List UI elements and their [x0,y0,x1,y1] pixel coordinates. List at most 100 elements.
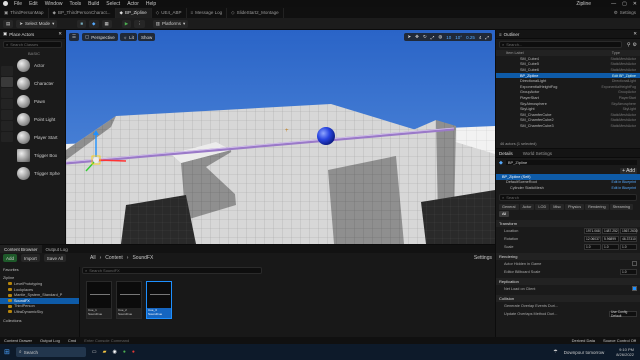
actor-name-field[interactable]: BP_Zipline [505,160,637,165]
location-x[interactable]: 1971.068 [584,227,601,234]
clock[interactable]: 9:10 PM 8/26/2022 [616,347,634,357]
category-recent[interactable] [1,66,13,76]
filter-misc[interactable]: Misc [550,203,565,210]
category-all[interactable] [1,132,13,142]
maximize-viewport-icon[interactable]: ⤢ [485,35,489,40]
cmd-dropdown[interactable]: Cmd [68,338,76,343]
scale-y[interactable]: 1.0 [602,243,619,250]
billboard-scale-value[interactable]: 1.0 [620,268,637,275]
scale-x[interactable]: 1.0 [584,243,601,250]
weather-text[interactable]: Downpour tomorrow [564,350,605,355]
blueprint-menu-button[interactable]: ◆ [89,19,99,28]
move-tool-icon[interactable]: ✥ [415,34,419,40]
category-basic[interactable] [1,77,13,87]
explorer-icon[interactable]: ▰ [103,349,107,355]
console-input[interactable]: Enter Console Command [84,338,129,343]
browser-icon[interactable]: ● [123,349,126,355]
source-control-button[interactable]: Source Control Off [603,338,636,343]
rotate-tool-icon[interactable]: ↻ [423,34,427,40]
save-button[interactable]: ▤ [3,19,14,28]
menu-actor[interactable]: Actor [127,1,139,7]
location-y[interactable]: 1487.252 [602,227,619,234]
close-icon[interactable]: ✕ [58,31,62,37]
import-button[interactable]: Import [21,254,40,262]
viewport-menu-button[interactable]: ☰ [69,33,80,41]
category-visual[interactable] [1,110,13,120]
menu-build[interactable]: Build [88,1,99,7]
tab-world-settings[interactable]: World Settings [523,151,552,156]
breadcrumb-soundfx[interactable]: SoundFX [132,255,153,261]
outliner-item[interactable]: SM_ChamferCube3 StaticMeshActor [496,123,640,129]
place-actors-search[interactable]: ⌕ Search Classes [3,41,62,48]
folder-item[interactable]: UltraDynamicSky [0,309,79,315]
rotation-y[interactable]: 5.96899 [602,235,619,242]
content-drawer-button[interactable]: Content Drawer [4,338,32,343]
filter-lod[interactable]: LOD [535,203,550,210]
filter-physics[interactable]: Physics [565,203,585,210]
filter-actor[interactable]: Actor [519,203,535,210]
filter-icon[interactable]: ⚲ [627,42,631,48]
lit-button[interactable]: ☼ Lit [120,33,137,41]
tab-content-browser[interactable]: Content Browser [0,245,42,253]
tab-output-log[interactable]: Output Log [42,245,72,253]
cb-settings-button[interactable]: Settings [474,255,492,261]
tab-thirdpersonmap[interactable]: ▣ ThirdPersonMap [0,7,49,18]
scale-snap-value[interactable]: 0.25 [466,35,475,40]
tab-bp-zipline[interactable]: ◆ BP_Zipline [115,7,152,18]
section-replication[interactable]: Replication [496,277,640,285]
close-button[interactable]: ✕ [633,1,637,7]
add-button[interactable]: Add [3,254,18,262]
section-transform[interactable]: Transform [496,219,640,227]
viewport-scene[interactable]: + [66,30,495,244]
breadcrumb-all[interactable]: All [90,255,96,261]
tab-ue4-abp[interactable]: ◇ UE4_ABP [152,7,187,18]
taskbar-search[interactable]: ⌕ Search [15,347,86,357]
tab-message-log[interactable]: ≡ Message Log [187,7,228,18]
actor-item-point-light[interactable]: Point Light [14,110,65,128]
camera-speed-value[interactable]: 4 [479,35,482,40]
rotation-snap-value[interactable]: 10° [455,35,462,40]
actor-item-actor[interactable]: Actor [14,56,65,74]
actor-item-trigger-sphere[interactable]: Trigger Sphe [14,164,65,182]
maximize-button[interactable]: ▢ [622,1,627,7]
filter-all[interactable]: All [499,210,510,217]
play-button[interactable]: ▶ [121,19,132,28]
collections-section[interactable]: Collections [0,318,79,324]
add-content-button[interactable]: ■ [77,19,87,28]
update-method-dropdown[interactable]: Use Config Default [609,310,637,318]
close-icon[interactable]: ✕ [633,31,637,37]
filter-rendering[interactable]: Rendering [585,203,609,210]
favorites-section[interactable]: Favorites [0,267,79,273]
actor-item-trigger-box[interactable]: Trigger Box [14,146,65,164]
breadcrumb-content[interactable]: Content [105,255,123,261]
tab-details[interactable]: Details [499,151,513,156]
show-button[interactable]: Show [138,33,156,41]
column-item-label[interactable]: Item Label [506,51,524,55]
scale-z[interactable]: 1.0 [620,243,637,250]
hidden-checkbox[interactable] [632,261,637,267]
category-shapes[interactable] [1,99,13,109]
component-cylinder-mesh[interactable]: Cylinder StaticMesh Edit in Blueprint [496,185,640,191]
level-viewport[interactable]: + ☰ ▢ Perspective ☼ Lit Show ➤ ✥ ↻ ⤢ ◍ 10 … [66,30,495,244]
menu-help[interactable]: Help [146,1,156,7]
unreal-engine-icon[interactable]: ◉ [112,349,116,355]
filter-streaming[interactable]: Streaming [609,203,633,210]
rotation-x[interactable]: 12.06037 [584,235,601,242]
rotation-z[interactable]: 46.37310 [620,235,637,242]
windows-start-icon[interactable]: ⊞ [4,348,10,356]
select-tool-icon[interactable]: ➤ [407,34,411,40]
world-space-icon[interactable]: ◍ [438,34,442,40]
actor-item-player-start[interactable]: Player Start [14,128,65,146]
output-log-button[interactable]: Output Log [40,338,60,343]
menu-window[interactable]: Window [45,1,63,7]
scale-tool-icon[interactable]: ⤢ [431,35,435,40]
actor-item-pawn[interactable]: Pawn [14,92,65,110]
save-all-button[interactable]: Save All [43,254,67,262]
filter-general[interactable]: General [499,203,519,210]
menu-select[interactable]: Select [106,1,120,7]
tab-bp-thirdpersoncharacter[interactable]: ◆ BP_ThirdPersonCharact... [49,7,116,18]
recorder-icon[interactable]: ● [132,349,135,355]
category-volumes[interactable] [1,121,13,131]
category-lights[interactable] [1,88,13,98]
play-options-button[interactable]: ⋮ [134,19,145,28]
